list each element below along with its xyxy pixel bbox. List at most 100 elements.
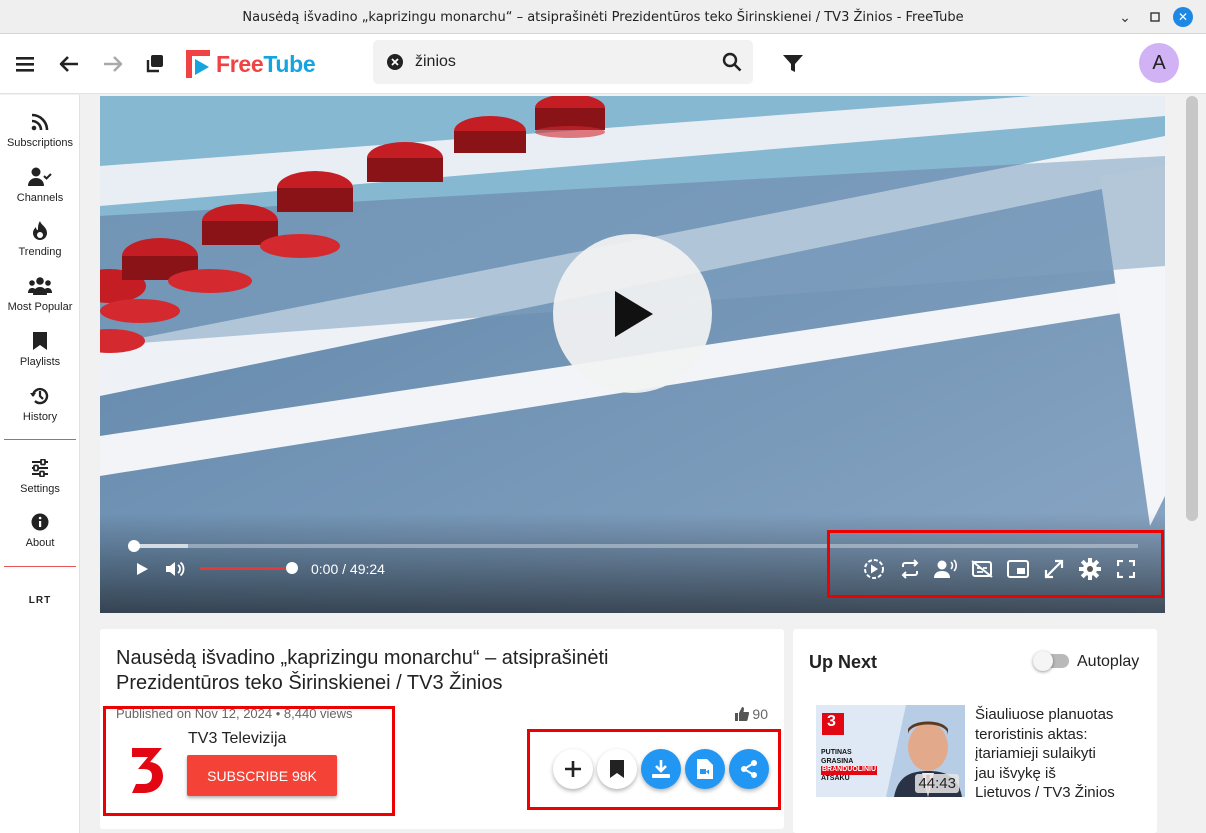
sidebar-item-label: Trending	[18, 246, 62, 258]
closed-captions-off-icon	[971, 560, 993, 578]
forward-button[interactable]	[97, 48, 129, 80]
freetube-logo[interactable]: FreeTube	[186, 50, 316, 78]
sidebar-item-label: Channels	[16, 192, 64, 204]
volume-icon	[166, 561, 185, 577]
up-next-video-title[interactable]: Šiauliuose planuotas teroristinis aktas:…	[975, 705, 1115, 803]
time-display: 0:00 / 49:24	[311, 561, 385, 577]
search-input[interactable]	[415, 40, 705, 84]
search-button[interactable]	[722, 52, 742, 72]
sidebar-item-label: Subscriptions	[6, 137, 74, 149]
thumb-caption: PUTINAS GRASINA BRANDUOLINIU ATSAKU	[821, 749, 878, 782]
history-icon	[30, 387, 49, 405]
close-window-button[interactable]: ✕	[1173, 7, 1193, 27]
share-button[interactable]	[729, 749, 769, 789]
user-voice-icon	[934, 559, 957, 578]
play-icon	[614, 290, 653, 337]
save-bookmark-button[interactable]	[597, 749, 637, 789]
top-nav-bar: FreeTube A	[0, 34, 1206, 94]
sidebar: Subscriptions Channels Trending Most Pop…	[0, 95, 80, 833]
sidebar-item-label: Most Popular	[7, 301, 73, 313]
autoplay-label: Autoplay	[1077, 653, 1140, 670]
picture-in-picture-button[interactable]	[1006, 557, 1030, 581]
minimize-button[interactable]: ⌄	[1115, 7, 1135, 27]
sidebar-item-most-popular[interactable]: Most Popular	[0, 274, 80, 313]
clear-icon	[387, 54, 403, 70]
video-formats-button[interactable]	[685, 749, 725, 789]
new-window-icon	[146, 55, 163, 73]
seek-bar[interactable]	[128, 540, 1138, 552]
add-to-playlist-button[interactable]	[553, 749, 593, 789]
search-filter-button[interactable]	[777, 48, 809, 80]
speed-icon	[864, 559, 884, 579]
arrow-left-icon	[59, 56, 78, 72]
bookmark-icon	[610, 760, 624, 778]
captions-button[interactable]	[970, 557, 994, 581]
sidebar-item-history[interactable]: History	[0, 384, 80, 423]
download-icon	[652, 760, 670, 778]
fullscreen-button[interactable]	[1114, 557, 1138, 581]
sidebar-item-label: History	[22, 411, 58, 423]
sidebar-item-channels[interactable]: Channels	[0, 165, 80, 204]
filter-icon	[783, 55, 803, 72]
video-info-panel: Nausėdą išvadino „kaprizingu monarchu“ –…	[100, 629, 784, 829]
autoplay-toggle[interactable]	[1033, 651, 1069, 671]
page-scrollbar[interactable]	[1186, 96, 1198, 521]
search-icon	[722, 52, 742, 72]
up-next-thumbnail[interactable]: 3 PUTINAS GRASINA BRANDUOLINIU ATSAKU 44…	[816, 705, 965, 797]
play-button[interactable]	[130, 557, 154, 581]
playback-speed-button[interactable]	[862, 557, 886, 581]
rss-icon	[31, 113, 49, 131]
big-play-button[interactable]	[553, 234, 712, 393]
buffered-bar	[133, 544, 188, 548]
loop-button[interactable]	[898, 557, 922, 581]
hamburger-icon	[16, 57, 34, 72]
info-icon	[31, 513, 49, 531]
theatre-mode-button[interactable]	[1042, 557, 1066, 581]
window-title: Nausėdą išvadino „kaprizingu monarchu“ –…	[242, 10, 964, 25]
back-button[interactable]	[53, 48, 85, 80]
search-bar	[373, 40, 753, 84]
likes-count: 90	[735, 706, 768, 722]
new-window-button[interactable]	[139, 48, 171, 80]
sidebar-divider	[4, 566, 76, 567]
download-button[interactable]	[641, 749, 681, 789]
user-check-icon	[28, 167, 52, 186]
sidebar-channel-lrt[interactable]: LRT	[0, 595, 80, 606]
volume-handle[interactable]	[286, 562, 298, 574]
maximize-button[interactable]	[1145, 7, 1165, 27]
channel-logo[interactable]	[130, 745, 164, 795]
volume-slider[interactable]	[200, 562, 298, 574]
share-icon	[741, 760, 757, 778]
video-meta: Published on Nov 12, 2024 • 8,440 views	[116, 706, 353, 721]
play-icon	[137, 563, 148, 575]
channel-name[interactable]: TV3 Televizija	[188, 730, 286, 748]
clear-search-button[interactable]	[386, 53, 404, 71]
bookmark-icon	[33, 332, 47, 350]
sidebar-item-playlists[interactable]: Playlists	[0, 329, 80, 368]
video-player[interactable]: 0:00 / 49:24	[100, 96, 1165, 613]
file-video-icon	[697, 759, 713, 779]
arrow-right-icon	[104, 56, 123, 72]
profile-avatar[interactable]: A	[1139, 43, 1179, 83]
mute-button[interactable]	[163, 557, 187, 581]
sidebar-divider	[4, 439, 76, 440]
sidebar-item-settings[interactable]: Settings	[0, 456, 80, 495]
expand-icon	[1044, 559, 1064, 579]
repeat-icon	[901, 559, 919, 579]
video-title: Nausėdą išvadino „kaprizingu monarchu“ –…	[116, 647, 609, 694]
sidebar-item-label: Playlists	[19, 356, 61, 368]
sidebar-item-trending[interactable]: Trending	[0, 219, 80, 258]
sidebar-item-subscriptions[interactable]: Subscriptions	[0, 110, 80, 149]
video-duration: 44:43	[915, 774, 959, 793]
sidebar-item-about[interactable]: About	[0, 510, 80, 549]
sidebar-item-label: Settings	[20, 483, 60, 495]
audio-track-button[interactable]	[934, 557, 958, 581]
window-titlebar: Nausėdą išvadino „kaprizingu monarchu“ –…	[0, 0, 1206, 34]
picture-in-picture-icon	[1007, 560, 1029, 578]
tv3-logo	[132, 748, 163, 793]
seek-handle[interactable]	[128, 540, 140, 552]
thumbs-up-icon	[735, 707, 750, 721]
subscribe-button[interactable]: SUBSCRIBE 98K	[187, 755, 337, 796]
menu-toggle-button[interactable]	[10, 48, 42, 80]
settings-button[interactable]	[1078, 557, 1102, 581]
